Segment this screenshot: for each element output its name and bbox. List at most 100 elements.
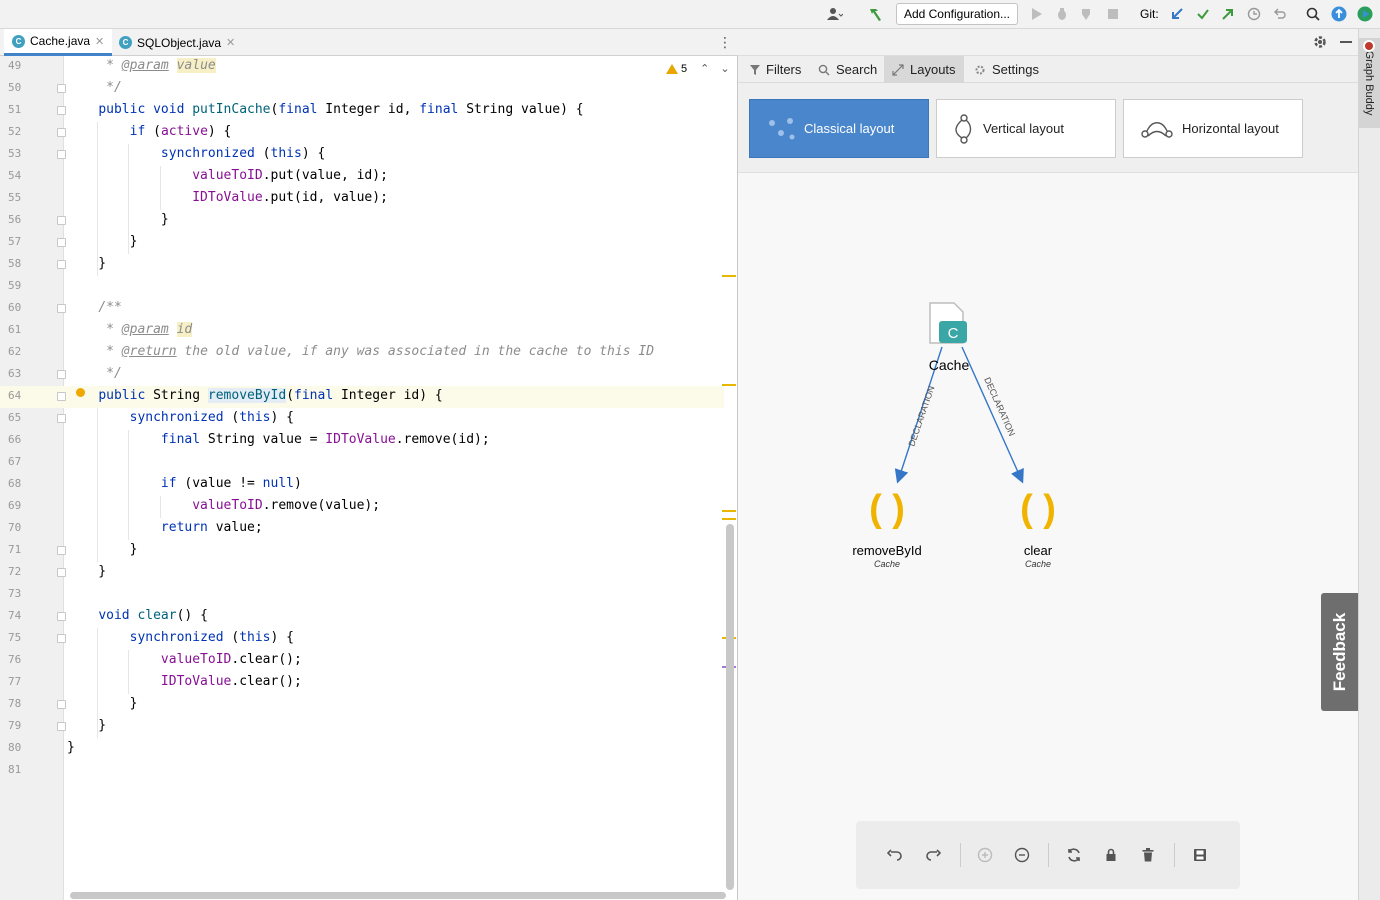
minimize-icon[interactable] bbox=[1340, 41, 1352, 43]
edge-declaration-clear[interactable]: DECLARATION bbox=[961, 346, 1024, 484]
user-icon[interactable] bbox=[826, 5, 844, 23]
method-icon: ( ) bbox=[869, 488, 905, 530]
close-icon[interactable]: ✕ bbox=[95, 35, 104, 48]
upload-icon[interactable] bbox=[1330, 5, 1348, 23]
graph-canvas[interactable]: DECLARATION DECLARATION C Cache ( ) remo… bbox=[738, 201, 1359, 900]
vertical-scrollbar[interactable] bbox=[726, 524, 734, 890]
code-line[interactable]: 66 final String value = IDToValue.remove… bbox=[0, 430, 724, 452]
add-configuration-button[interactable]: Add Configuration... bbox=[896, 3, 1018, 25]
menu-layouts[interactable]: Layouts bbox=[884, 56, 964, 83]
history-icon[interactable] bbox=[1245, 5, 1263, 23]
redo-icon[interactable] bbox=[922, 844, 944, 866]
horizontal-scrollbar[interactable] bbox=[70, 892, 726, 899]
code-line[interactable]: 53 synchronized (this) { bbox=[0, 144, 724, 166]
zoom-in-icon[interactable] bbox=[974, 844, 996, 866]
tab-label: Cache.java bbox=[30, 34, 91, 48]
code-line[interactable]: 80} bbox=[0, 738, 724, 760]
code-line[interactable]: 72 } bbox=[0, 562, 724, 584]
vertical-layout-icon bbox=[955, 113, 972, 144]
code-line-current[interactable]: 64 public String removeById(final Intege… bbox=[0, 386, 724, 408]
code-line[interactable]: 78 } bbox=[0, 694, 724, 716]
code-line[interactable]: 52 if (active) { bbox=[0, 122, 724, 144]
trash-icon[interactable] bbox=[1137, 844, 1159, 866]
code-line[interactable]: 77 IDToValue.clear(); bbox=[0, 672, 724, 694]
search-icon[interactable] bbox=[1304, 5, 1322, 23]
chevron-down-icon[interactable]: ⌄ bbox=[720, 62, 729, 75]
code-line[interactable]: 63 */ bbox=[0, 364, 724, 386]
graph-buddy-panel: Filters Search Layouts Settings Classica… bbox=[738, 29, 1359, 900]
code-line[interactable]: 74 void clear() { bbox=[0, 606, 724, 628]
code-editor[interactable]: 49 * @param value 50 */ 51 public void p… bbox=[0, 56, 738, 900]
code-line[interactable]: 58 } bbox=[0, 254, 724, 276]
more-options-icon[interactable]: ⋮ bbox=[718, 34, 732, 51]
code-line[interactable]: 51 public void putInCache(final Integer … bbox=[0, 100, 724, 122]
tab-cache-java[interactable]: C Cache.java ✕ bbox=[4, 29, 113, 56]
code-line[interactable]: 54 valueToID.put(value, id); bbox=[0, 166, 724, 188]
menu-settings[interactable]: Settings bbox=[966, 56, 1047, 83]
code-line[interactable]: 55 IDToValue.put(id, value); bbox=[0, 188, 724, 210]
tab-sqlobject-java[interactable]: C SQLObject.java ✕ bbox=[111, 29, 243, 56]
gear-icon bbox=[975, 65, 985, 74]
undo-icon[interactable] bbox=[884, 844, 906, 866]
lock-icon[interactable] bbox=[1100, 844, 1122, 866]
git-commit-icon[interactable] bbox=[1194, 5, 1212, 23]
run-icon[interactable] bbox=[1028, 5, 1046, 23]
git-update-icon[interactable] bbox=[1168, 5, 1186, 23]
plugin-icon[interactable] bbox=[1356, 5, 1374, 23]
code-line[interactable]: 76 valueToID.clear(); bbox=[0, 650, 724, 672]
code-line[interactable]: 71 } bbox=[0, 540, 724, 562]
warning-marker[interactable] bbox=[722, 518, 736, 520]
close-icon[interactable]: ✕ bbox=[226, 36, 235, 49]
code-line[interactable]: 56 } bbox=[0, 210, 724, 232]
code-line[interactable]: 59 bbox=[0, 276, 724, 298]
code-line[interactable]: 69 valueToID.remove(value); bbox=[0, 496, 724, 518]
vertical-layout-button[interactable]: Vertical layout bbox=[936, 99, 1116, 158]
build-hammer-icon[interactable] bbox=[866, 5, 884, 23]
node-remove-by-id[interactable]: ( ) removeById Cache bbox=[852, 488, 921, 569]
menu-search[interactable]: Search bbox=[810, 56, 885, 83]
gear-icon[interactable] bbox=[1312, 34, 1328, 53]
coverage-icon[interactable] bbox=[1078, 5, 1096, 23]
git-push-icon[interactable] bbox=[1219, 5, 1237, 23]
code-line[interactable]: 50 */ bbox=[0, 78, 724, 100]
node-label: Cache bbox=[929, 357, 970, 373]
rollback-icon[interactable] bbox=[1271, 5, 1289, 23]
code-line[interactable]: 49 * @param value bbox=[0, 56, 724, 78]
code-line[interactable]: 67 bbox=[0, 452, 724, 474]
code-line[interactable]: 57 } bbox=[0, 232, 724, 254]
layout-options: Classical layout Vertical layout Horizon… bbox=[738, 83, 1358, 173]
horizontal-layout-button[interactable]: Horizontal layout bbox=[1123, 99, 1303, 158]
code-line[interactable]: 81 bbox=[0, 760, 724, 782]
code-line[interactable]: 79 } bbox=[0, 716, 724, 738]
method-icon: ( ) bbox=[1020, 488, 1056, 530]
code-line[interactable]: 62 * @return the old value, if any was a… bbox=[0, 342, 724, 364]
stop-icon[interactable] bbox=[1104, 5, 1122, 23]
code-line[interactable]: 70 return value; bbox=[0, 518, 724, 540]
chevron-up-icon[interactable]: ⌃ bbox=[700, 62, 709, 75]
warning-indicator[interactable]: 5 ⌃ ⌄ bbox=[666, 62, 730, 75]
code-line[interactable]: 75 synchronized (this) { bbox=[0, 628, 724, 650]
code-line[interactable]: 60 /** bbox=[0, 298, 724, 320]
code-line[interactable]: 61 * @param id bbox=[0, 320, 724, 342]
refresh-icon[interactable] bbox=[1063, 844, 1085, 866]
code-line[interactable]: 65 synchronized (this) { bbox=[0, 408, 724, 430]
warning-marker[interactable] bbox=[722, 384, 736, 386]
search-icon bbox=[818, 64, 830, 75]
node-cache[interactable]: C Cache bbox=[929, 302, 970, 373]
debug-icon[interactable] bbox=[1053, 5, 1071, 23]
feedback-button[interactable]: Feedback bbox=[1321, 593, 1359, 711]
zoom-out-icon[interactable] bbox=[1011, 844, 1033, 866]
code-line[interactable]: 68 if (value != null) bbox=[0, 474, 724, 496]
save-icon[interactable] bbox=[1189, 844, 1211, 866]
horizontal-layout-icon bbox=[1141, 121, 1173, 138]
menu-filters[interactable]: Filters bbox=[742, 56, 809, 83]
code-line[interactable]: 73 bbox=[0, 584, 724, 606]
warning-marker[interactable] bbox=[722, 275, 736, 277]
node-clear[interactable]: ( ) clear Cache bbox=[1020, 488, 1056, 569]
warning-count: 5 bbox=[681, 62, 688, 75]
filter-icon bbox=[750, 64, 760, 75]
warning-marker[interactable] bbox=[722, 510, 736, 512]
classical-layout-icon bbox=[769, 117, 795, 139]
classical-layout-button[interactable]: Classical layout bbox=[749, 99, 929, 158]
panel-header bbox=[738, 29, 1358, 56]
